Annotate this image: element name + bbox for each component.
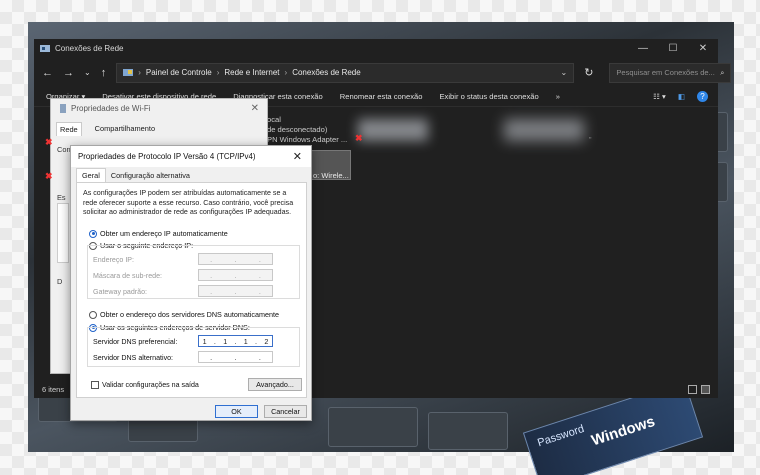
password-text: Password <box>536 422 586 450</box>
navigation-bar: ← → ⌄ ↑ › Painel de Controle › Rede e In… <box>34 58 732 87</box>
gateway-label: Gateway padrão: <box>93 288 148 296</box>
rename-button[interactable]: Renomear esta conexão <box>340 92 423 101</box>
wifi-adapter-icon <box>60 103 66 113</box>
help-icon[interactable]: ? <box>697 91 708 102</box>
connection-text: de desconectado) <box>267 125 328 134</box>
window-title: Conexões de Rede <box>55 44 124 53</box>
large-icons-view-icon[interactable] <box>701 385 710 394</box>
up-arrow-icon[interactable]: ↑ <box>101 67 107 79</box>
ipv4-close-icon[interactable]: ✕ <box>293 150 302 163</box>
wifi-side-label: D <box>57 277 63 286</box>
dns-octet: 1 <box>223 336 228 346</box>
ip-description: As configurações IP podem ser atribuídas… <box>83 189 294 216</box>
tab-sharing[interactable]: Compartilhamento <box>92 122 158 136</box>
wifi-connection-label: o: Wirele... <box>313 171 349 180</box>
blurred-connection-name <box>504 119 584 141</box>
maximize-button[interactable]: ☐ <box>658 43 688 54</box>
more-commands-button[interactable]: » <box>556 92 560 101</box>
search-placeholder: Pesquisar em Conexões de... <box>616 68 715 77</box>
ip-auto-label: Obter um endereço IP automaticamente <box>100 229 228 238</box>
dns-alternate-label: Servidor DNS alternativo: <box>93 354 174 362</box>
subnet-mask-input[interactable]: ... <box>198 269 273 281</box>
blurred-connection-name <box>358 119 428 141</box>
validate-settings-checkbox[interactable]: Validar configurações na saída <box>91 381 199 389</box>
keyboard-key <box>428 412 508 450</box>
dns-preferred-input[interactable]: 1. 1. 1. 2 <box>198 335 273 347</box>
close-button[interactable]: ✕ <box>688 43 718 54</box>
keyboard-key <box>328 407 418 447</box>
dns-octet: 1 <box>202 336 207 346</box>
tab-general[interactable]: Geral <box>76 168 106 182</box>
validate-settings-label: Validar configurações na saída <box>102 381 199 389</box>
wifi-dialog-close-icon[interactable]: ✕ <box>251 103 259 114</box>
breadcrumb-control-panel[interactable]: Painel de Controle <box>146 68 212 77</box>
radio-selected-icon <box>89 229 97 238</box>
general-tab-panel: As configurações IP podem ser atribuídas… <box>76 182 307 398</box>
disconnected-x-icon: ✖ <box>355 133 363 143</box>
item-count: 6 itens <box>42 385 65 394</box>
ipv4-title-bar: Propriedades de Protocolo IP Versão 4 (T… <box>71 146 311 167</box>
connection-text: ocal <box>267 115 281 124</box>
breadcrumb-network-internet[interactable]: Rede e Internet <box>224 68 279 77</box>
network-folder-icon <box>40 45 50 52</box>
windows-text: Windows <box>589 412 658 450</box>
adapter-detail-marker: " <box>589 137 592 144</box>
radio-unselected-icon <box>89 310 97 319</box>
dns-auto-radio[interactable]: Obter o endereço dos servidores DNS auto… <box>89 310 279 319</box>
ok-button[interactable]: OK <box>215 405 258 418</box>
connection-text: PN Windows Adapter ... <box>267 135 348 144</box>
ip-auto-radio[interactable]: Obter um endereço IP automaticamente <box>89 229 228 238</box>
search-input[interactable]: Pesquisar em Conexões de... ⌕ <box>609 62 732 83</box>
dns-octet: 1 <box>243 336 248 346</box>
disconnected-x-icon: ✖ <box>45 171 53 181</box>
control-panel-icon <box>123 69 134 76</box>
view-status-button[interactable]: Exibir o status desta conexão <box>439 92 538 101</box>
wifi-side-label: Es <box>57 193 66 202</box>
advanced-button[interactable]: Avançado... <box>248 378 302 391</box>
dns-auto-label: Obter o endereço dos servidores DNS auto… <box>100 310 279 319</box>
address-bar[interactable]: › Painel de Controle › Rede e Internet ›… <box>116 62 575 83</box>
breadcrumb-network-connections[interactable]: Conexões de Rede <box>292 68 361 77</box>
wifi-dialog-title-bar: Propriedades de Wi-Fi ✕ <box>51 99 267 117</box>
ip-address-input[interactable]: ... <box>198 253 273 265</box>
back-arrow-icon[interactable]: ← <box>42 67 53 79</box>
wifi-dialog-tabs: Rede Compartilhamento <box>51 122 267 136</box>
forward-arrow-icon[interactable]: → <box>63 67 74 79</box>
title-bar: Conexões de Rede — ☐ ✕ <box>34 39 718 58</box>
cancel-button[interactable]: Cancelar <box>264 405 307 418</box>
address-dropdown-icon[interactable]: ⌄ <box>561 68 568 77</box>
minimize-button[interactable]: — <box>628 43 658 54</box>
refresh-icon[interactable]: ↻ <box>584 66 593 79</box>
view-options-icon[interactable]: ☷ ▾ <box>653 92 666 101</box>
dns-preferred-label: Servidor DNS preferencial: <box>93 338 178 346</box>
ip-address-label: Endereço IP: <box>93 256 135 264</box>
subnet-mask-label: Máscara de sub-rede: <box>93 272 163 280</box>
ipv4-dialog-title: Propriedades de Protocolo IP Versão 4 (T… <box>78 152 256 161</box>
wifi-dialog-title: Propriedades de Wi-Fi <box>71 103 151 113</box>
disconnected-x-icon: ✖ <box>45 137 53 147</box>
dns-octet: 2 <box>264 336 269 346</box>
details-view-icon[interactable] <box>688 385 697 394</box>
ipv4-tabs: Geral Configuração alternativa <box>71 167 311 182</box>
ipv4-properties-dialog: Propriedades de Protocolo IP Versão 4 (T… <box>70 145 312 421</box>
tab-alternate-config[interactable]: Configuração alternativa <box>106 169 195 182</box>
preview-pane-icon[interactable]: ◧ <box>678 92 685 101</box>
search-icon: ⌕ <box>720 67 725 77</box>
components-list-edge <box>57 203 69 263</box>
dns-alternate-input[interactable]: ... <box>198 351 273 363</box>
gateway-input[interactable]: ... <box>198 285 273 297</box>
checkbox-unchecked-icon <box>91 381 99 389</box>
recent-chevron-icon[interactable]: ⌄ <box>84 68 91 77</box>
tab-network[interactable]: Rede <box>56 122 82 136</box>
